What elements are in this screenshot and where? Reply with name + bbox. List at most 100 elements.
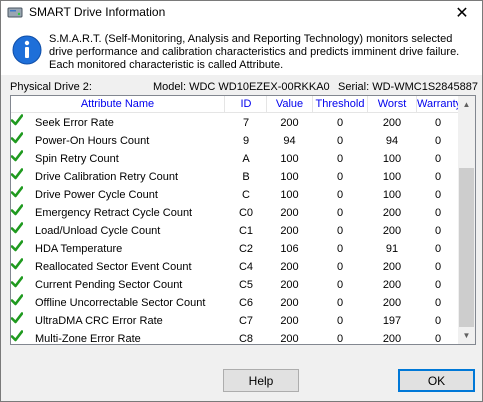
close-icon[interactable]: ✕	[455, 3, 468, 23]
header-value[interactable]: Value	[267, 96, 313, 113]
table-row[interactable]: HDA Temperature C2 106 0 91 0	[11, 240, 459, 258]
scroll-down-arrow-icon[interactable]: ▼	[458, 327, 475, 344]
attribute-threshold-cell: 0	[336, 315, 344, 327]
table-row[interactable]: Drive Calibration Retry Count B 100 0 100 0	[11, 168, 459, 186]
attribute-warranty-cell: 0	[434, 279, 442, 291]
attribute-name-cell: HDA Temperature	[35, 243, 123, 255]
attribute-name-cell: Offline Uncorrectable Sector Count	[35, 297, 206, 309]
table-row[interactable]: Current Pending Sector Count C5 200 0 200 0	[11, 276, 459, 294]
attribute-worst-cell: 100	[382, 153, 402, 165]
attribute-id-cell: C4	[238, 261, 254, 273]
attribute-id-cell: A	[242, 153, 250, 165]
info-panel: S.M.A.R.T. (Self-Monitoring, Analysis an…	[1, 25, 482, 75]
attribute-name-cell: Reallocated Sector Event Count	[35, 261, 192, 273]
header-worst[interactable]: Worst	[368, 96, 417, 113]
attribute-threshold-cell: 0	[336, 297, 344, 309]
ok-check-icon	[11, 168, 24, 180]
smart-dialog: SMART Drive Information ✕ S.M.A.R.T. (Se…	[0, 0, 483, 402]
vertical-scrollbar[interactable]: ▲ ▼	[458, 96, 475, 344]
attribute-id-cell: C8	[238, 333, 254, 345]
table-row[interactable]: Drive Power Cycle Count C 100 0 100 0	[11, 186, 459, 204]
attribute-value-cell: 94	[283, 135, 296, 147]
attribute-value-cell: 100	[280, 171, 299, 183]
ok-button[interactable]: OK	[398, 369, 475, 392]
attribute-value-cell: 200	[280, 315, 299, 327]
info-icon	[12, 35, 42, 65]
attribute-value-cell: 200	[280, 207, 299, 219]
attribute-threshold-cell: 0	[336, 225, 344, 237]
attribute-value-cell: 200	[280, 279, 299, 291]
attribute-value-cell: 200	[280, 261, 299, 273]
attribute-threshold-cell: 0	[336, 171, 344, 183]
drive-app-icon	[7, 7, 23, 18]
attribute-warranty-cell: 0	[434, 261, 442, 273]
attribute-warranty-cell: 0	[434, 243, 442, 255]
attribute-threshold-cell: 0	[336, 117, 344, 129]
scroll-up-arrow-icon[interactable]: ▲	[458, 96, 475, 113]
attribute-value-cell: 106	[280, 243, 299, 255]
attribute-name-cell: Multi-Zone Error Rate	[35, 333, 141, 345]
attribute-warranty-cell: 0	[434, 171, 442, 183]
drive-serial: Serial: WD-WMC1S2845887	[338, 81, 478, 93]
attribute-id-cell: C5	[238, 279, 254, 291]
attribute-warranty-cell: 0	[434, 315, 442, 327]
attribute-value-cell: 100	[280, 153, 299, 165]
ok-check-icon	[11, 132, 24, 144]
table-row[interactable]: Reallocated Sector Event Count C4 200 0 200 0	[11, 258, 459, 276]
header-threshold[interactable]: Threshold	[313, 96, 368, 113]
attribute-worst-cell: 91	[385, 243, 399, 255]
attribute-name-cell: Spin Retry Count	[35, 153, 119, 165]
attribute-id-cell: C0	[238, 207, 254, 219]
attribute-worst-cell: 197	[382, 315, 402, 327]
attribute-name-cell: Drive Power Cycle Count	[35, 189, 158, 201]
close-button[interactable]: ✕	[442, 1, 482, 25]
attribute-worst-cell: 200	[382, 297, 402, 309]
table-row[interactable]: Seek Error Rate 7 200 0 200 0	[11, 114, 459, 132]
attribute-threshold-cell: 0	[336, 189, 344, 201]
attribute-value-cell: 200	[280, 225, 299, 237]
attribute-worst-cell: 100	[382, 171, 402, 183]
attribute-worst-cell: 200	[382, 333, 402, 345]
attribute-id-cell: 7	[242, 117, 250, 129]
attribute-warranty-cell: 0	[434, 135, 442, 147]
ok-check-icon	[11, 204, 24, 216]
ok-check-icon	[11, 222, 24, 234]
table-row[interactable]: Multi-Zone Error Rate C8 200 0 200 0	[11, 330, 459, 345]
help-button[interactable]: Help	[223, 369, 299, 392]
list-header: Attribute Name ID Value Threshold Worst …	[11, 96, 459, 113]
ok-check-icon	[11, 312, 24, 324]
attribute-value-cell: 200	[280, 297, 299, 309]
table-row[interactable]: Power-On Hours Count 9 94 0 94 0	[11, 132, 459, 150]
attribute-threshold-cell: 0	[336, 135, 344, 147]
header-id[interactable]: ID	[226, 96, 267, 113]
attribute-name-cell: Power-On Hours Count	[35, 135, 150, 147]
attribute-warranty-cell: 0	[434, 225, 442, 237]
header-warranty[interactable]: Warranty	[417, 96, 459, 113]
drive-label: Physical Drive 2:	[10, 81, 92, 93]
table-row[interactable]: Emergency Retract Cycle Count C0 200 0 200 0	[11, 204, 459, 222]
ok-check-icon	[11, 276, 24, 288]
attribute-id-cell: C2	[238, 243, 254, 255]
attribute-id-cell: C7	[238, 315, 254, 327]
attribute-value-cell: 200	[280, 333, 299, 345]
attribute-id-cell: C1	[238, 225, 254, 237]
attribute-warranty-cell: 0	[434, 117, 442, 129]
attribute-value-cell: 200	[280, 117, 299, 129]
table-row[interactable]: Load/Unload Cycle Count C1 200 0 200 0	[11, 222, 459, 240]
attribute-worst-cell: 200	[382, 207, 402, 219]
attribute-warranty-cell: 0	[434, 333, 442, 345]
ok-check-icon	[11, 150, 24, 162]
table-row[interactable]: UltraDMA CRC Error Rate C7 200 0 197 0	[11, 312, 459, 330]
drive-model: Model: WDC WD10EZEX-00RKKA0	[153, 81, 330, 93]
attribute-warranty-cell: 0	[434, 297, 442, 309]
attribute-threshold-cell: 0	[336, 153, 344, 165]
attribute-worst-cell: 100	[382, 189, 402, 201]
attribute-list[interactable]: Attribute Name ID Value Threshold Worst …	[10, 95, 476, 345]
ok-check-icon	[11, 294, 24, 306]
table-row[interactable]: Offline Uncorrectable Sector Count C6 200 0…	[11, 294, 459, 312]
header-attribute-name[interactable]: Attribute Name	[11, 96, 225, 113]
attribute-threshold-cell: 0	[336, 243, 344, 255]
title-bar: SMART Drive Information ✕	[1, 1, 482, 25]
scroll-thumb[interactable]	[459, 168, 474, 327]
table-row[interactable]: Spin Retry Count A 100 0 100 0	[11, 150, 459, 168]
